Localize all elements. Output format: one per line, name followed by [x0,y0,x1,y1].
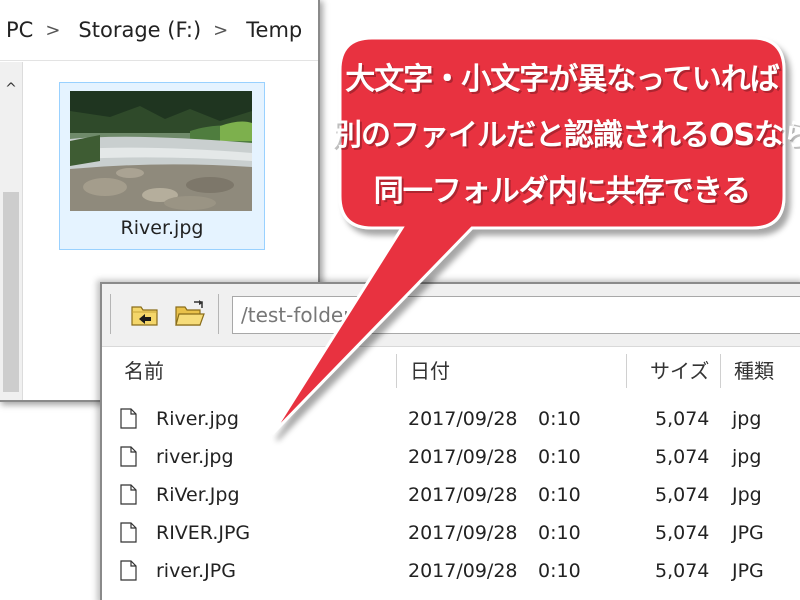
toolbar-separator [218,294,219,334]
file-size: 5,074 [655,408,710,430]
callout-line-3: 同一フォルダ内に共存できる [373,174,751,209]
file-name: RIVER.JPG [156,522,251,544]
breadcrumb-item-storage[interactable]: Storage (F:) [72,18,201,42]
file-size: 5,074 [655,560,710,582]
callout-line-2: 別のファイルだと認識されるOSなら [332,118,800,153]
file-date: 2017/09/28 [408,408,518,430]
open-folder-icon[interactable] [174,299,205,329]
toolbar-separator [110,294,111,334]
file-row[interactable]: RiVer.Jpg 2017/09/28 0:10 5,074 Jpg [102,476,800,514]
file-name: river.JPG [156,560,236,582]
file-row[interactable]: river.JPG 2017/09/28 0:10 5,074 JPG [102,552,800,590]
file-type: Jpg [732,484,762,506]
breadcrumb: PC > Storage (F:) > Temp [0,0,318,61]
remote-file-window: 名前 日付 サイズ 種類 River.jpg 2017/09/28 0:10 5… [100,282,800,600]
file-row[interactable]: RIVER.JPG 2017/09/28 0:10 5,074 JPG [102,514,800,552]
document-icon [120,560,137,581]
file-date: 2017/09/28 [408,522,518,544]
file-list: River.jpg 2017/09/28 0:10 5,074 jpg rive… [102,400,800,590]
document-icon [120,484,137,505]
file-size: 5,074 [655,522,710,544]
file-size: 5,074 [655,484,710,506]
callout-message: 大文字・小文字が異なっていれば 別のファイルだと認識されるOSなら 同一フォルダ… [332,52,800,220]
file-date: 2017/09/28 [408,484,518,506]
file-list-header: 名前 日付 サイズ 種類 [102,350,800,392]
file-name: RiVer.Jpg [156,484,240,506]
vertical-scrollbar[interactable]: ^ [0,62,23,400]
chevron-right-icon[interactable]: > [201,20,240,41]
chevron-right-icon[interactable]: > [33,20,72,41]
scrollbar-thumb[interactable] [3,192,19,392]
file-type: JPG [732,522,764,544]
screenshot-canvas: PC > Storage (F:) > Temp ^ River.jpg /te… [0,0,800,600]
file-type: jpg [732,408,762,430]
file-type: jpg [732,446,762,468]
file-time: 0:10 [538,408,581,430]
file-time: 0:10 [538,446,581,468]
river-photo-icon [70,91,252,211]
breadcrumb-item-pc[interactable]: PC [0,18,33,42]
file-name-label: River.jpg [120,217,204,239]
column-header-size[interactable]: サイズ [650,350,709,392]
column-divider[interactable] [396,354,397,388]
document-icon [120,522,137,543]
column-header-type[interactable]: 種類 [734,350,774,392]
file-row[interactable]: river.jpg 2017/09/28 0:10 5,074 jpg [102,438,800,476]
file-date: 2017/09/28 [408,560,518,582]
document-icon [120,446,137,467]
file-time: 0:10 [538,522,581,544]
chevron-up-icon[interactable]: ^ [0,80,22,98]
breadcrumb-item-temp[interactable]: Temp [240,18,302,42]
file-date: 2017/09/28 [408,446,518,468]
toolbar [102,284,800,347]
document-icon [120,408,137,429]
file-size: 5,074 [655,446,710,468]
callout-line-1: 大文字・小文字が異なっていれば [345,62,780,97]
file-tile-selected[interactable]: River.jpg [59,82,265,250]
column-header-name[interactable]: 名前 [124,350,164,392]
file-time: 0:10 [538,484,581,506]
remote-path-input[interactable] [232,296,800,334]
file-name: river.jpg [156,446,234,468]
column-divider[interactable] [626,354,627,388]
folder-up-icon[interactable] [130,299,160,329]
file-time: 0:10 [538,560,581,582]
column-divider[interactable] [720,354,721,388]
file-name: River.jpg [156,408,239,430]
file-type: JPG [732,560,764,582]
column-header-date[interactable]: 日付 [410,350,450,392]
image-thumbnail [70,91,252,211]
file-row[interactable]: River.jpg 2017/09/28 0:10 5,074 jpg [102,400,800,438]
